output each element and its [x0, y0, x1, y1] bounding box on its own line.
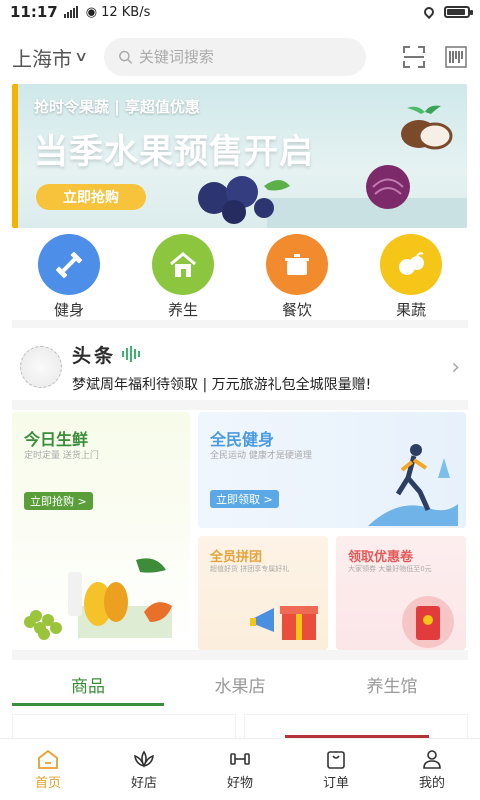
- blueberry-icon: [198, 176, 290, 224]
- section-divider: [12, 320, 468, 328]
- audio-wave-icon: [122, 346, 141, 362]
- nav-orders[interactable]: 订单: [288, 739, 384, 800]
- product-card-peek: [12, 714, 236, 738]
- home-icon: [38, 749, 58, 769]
- fruit-basket-icon: [24, 558, 172, 640]
- category-dining[interactable]: 餐饮: [252, 230, 342, 320]
- signal-icon: [63, 6, 78, 18]
- section-divider: [12, 650, 468, 660]
- category-wellness[interactable]: 养生: [138, 230, 228, 320]
- promo-subtitle: 定时定量 送货上门: [24, 451, 99, 461]
- category-label: 果蔬: [395, 301, 426, 319]
- dumbbell-icon: [230, 753, 250, 765]
- network-speed: 12 KB/s: [101, 4, 151, 20]
- nav-label: 首页: [34, 776, 61, 791]
- section-divider: [12, 400, 468, 410]
- dumbbell-icon: [38, 234, 100, 295]
- tab-fruit-store[interactable]: 水果店: [164, 660, 316, 708]
- product-card-peek: [244, 714, 468, 739]
- chevron-down-icon: ∨: [73, 49, 89, 65]
- avatar: [20, 346, 62, 388]
- tab-wellness-hall[interactable]: 养生馆: [316, 660, 468, 708]
- promo-group-buy[interactable]: 全员拼团 超值好货 拼团享专属好礼: [198, 536, 328, 650]
- headline-news[interactable]: 头条 梦斌周年福利待领取 | 万元旅游礼包全城限量赠! ›: [12, 334, 468, 400]
- headline-text: 梦斌周年福利待领取 | 万元旅游礼包全城限量赠!: [72, 376, 372, 393]
- nav-label: 好物: [226, 776, 253, 791]
- promo-fresh[interactable]: 今日生鲜 定时定量 送货上门 立即抢购 >: [12, 412, 190, 650]
- nav-goods[interactable]: 好物: [192, 739, 288, 800]
- scan-icon[interactable]: [402, 45, 426, 69]
- category-label: 餐饮: [281, 301, 312, 319]
- promo-banner[interactable]: 抢时令果蔬 | 享超值优惠 当季水果预售开启 立即抢购: [12, 84, 467, 228]
- promo-subtitle: 全民运动 健康才是硬道理: [210, 451, 312, 461]
- category-fitness[interactable]: 健身: [24, 230, 114, 320]
- nav-label: 订单: [322, 776, 349, 791]
- banner-title: 当季水果预售开启: [34, 132, 314, 172]
- wifi-icon: ◉: [85, 4, 98, 20]
- promo-coupon[interactable]: 领取优惠卷 大家领券 大量好物低至0元: [336, 536, 466, 650]
- status-time: 11:17: [10, 3, 58, 21]
- location-icon: [421, 4, 437, 20]
- house-icon: [152, 234, 214, 295]
- search-bar[interactable]: [104, 38, 367, 76]
- promo-fitness[interactable]: 全民健身 全民运动 健康才是硬道理 立即领取 >: [198, 412, 466, 528]
- bag-icon: [327, 751, 345, 769]
- search-icon: [119, 50, 133, 64]
- battery-icon: [444, 6, 473, 18]
- fitness-claim-button[interactable]: 立即领取 >: [210, 490, 279, 508]
- coconut-icon: [401, 105, 453, 150]
- banner-stripe: [12, 84, 18, 228]
- status-bar: 11:17 ◉ 12 KB/s: [0, 0, 480, 24]
- header: 上海市 ∨: [0, 30, 480, 84]
- barcode-icon[interactable]: [444, 45, 468, 69]
- category-label: 养生: [167, 301, 198, 319]
- fruit-icon: [380, 234, 442, 295]
- banner-buy-button[interactable]: 立即抢购: [36, 184, 146, 210]
- nav-home[interactable]: 首页: [0, 739, 96, 800]
- pot-icon: [266, 234, 328, 295]
- fresh-buy-button[interactable]: 立即抢购 >: [24, 492, 93, 510]
- content-tabs: 商品 水果店 养生馆: [12, 660, 468, 708]
- category-row: 健身 养生 餐饮 果蔬: [12, 230, 468, 320]
- category-produce[interactable]: 果蔬: [366, 230, 456, 320]
- city-selector[interactable]: 上海市 ∨: [12, 43, 89, 72]
- cabbage-icon: [366, 165, 410, 209]
- banner-subtitle: 抢时令果蔬 | 享超值优惠: [34, 98, 200, 116]
- nav-shops[interactable]: 好店: [96, 739, 192, 800]
- red-envelope-icon: [402, 596, 454, 648]
- user-icon: [423, 750, 441, 769]
- tab-products[interactable]: 商品: [12, 660, 164, 708]
- promo-subtitle: 超值好货 拼团享专属好礼: [210, 565, 290, 573]
- nav-label: 我的: [418, 776, 445, 791]
- headline-brand: 头条: [72, 344, 117, 367]
- category-label: 健身: [53, 301, 84, 319]
- promo-subtitle: 大家领券 大量好物低至0元: [348, 565, 432, 573]
- bottom-nav: 首页 好店 好物 订单 我的: [0, 738, 480, 800]
- runner-icon: [368, 444, 458, 526]
- promo-title: 领取优惠卷: [348, 550, 414, 565]
- gift-megaphone-icon: [250, 606, 318, 640]
- city-label: 上海市: [12, 46, 72, 71]
- search-input[interactable]: [138, 48, 353, 66]
- promo-title: 全员拼团: [210, 550, 263, 565]
- nav-label: 好店: [130, 776, 157, 791]
- nav-profile[interactable]: 我的: [384, 739, 480, 800]
- chevron-right-icon: ›: [451, 354, 460, 380]
- promo-title: 全民健身: [210, 430, 275, 449]
- lotus-icon: [134, 750, 154, 768]
- promo-title: 今日生鲜: [24, 430, 89, 449]
